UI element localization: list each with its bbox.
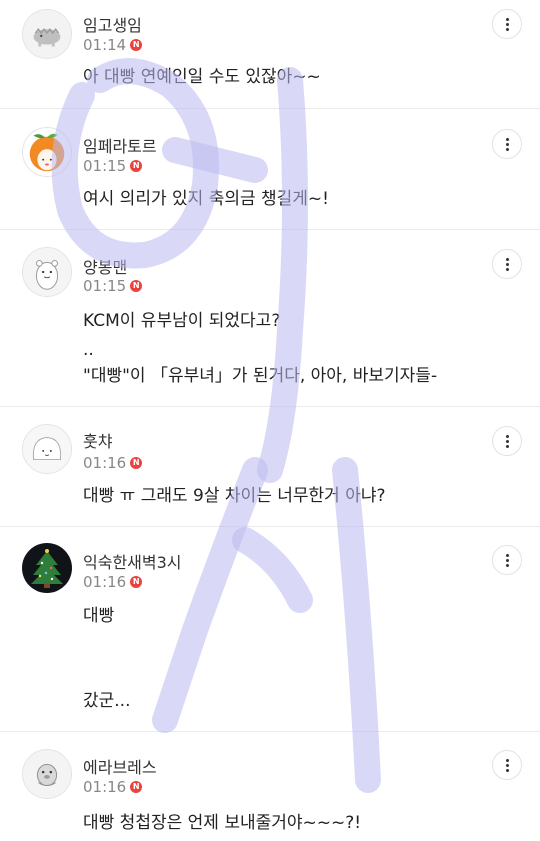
comment-time: 01:16 — [83, 778, 127, 796]
comment-time: 01:15 — [83, 277, 127, 295]
dinosaur-icon — [23, 10, 71, 58]
comment-text: 여시 의리가 있지 축의금 챙길게~! — [83, 189, 329, 209]
tangerine-icon — [23, 128, 71, 176]
more-options-button[interactable] — [492, 545, 522, 575]
new-badge: N — [130, 160, 143, 172]
comment-item: 에라브레스 01:16 N 대빵 청첩장은 언제 보내줄거야~~~?! — [0, 732, 540, 841]
more-vertical-icon — [505, 137, 509, 151]
more-options-button[interactable] — [492, 249, 522, 279]
avatar-tangerine-icon[interactable] — [22, 127, 72, 177]
comment-meta: 01:14 N — [83, 36, 143, 54]
comment-nickname[interactable]: 양봉맨 — [83, 254, 127, 278]
comment-text: 아 대빵 연예인일 수도 있잖아~~ — [83, 67, 321, 87]
more-vertical-icon — [505, 434, 509, 448]
comment-item: 임페라토르 01:15 N 여시 의리가 있지 축의금 챙길게~! — [0, 109, 540, 229]
comment-time: 01:16 — [83, 454, 127, 472]
comment-text-line: 대빵 — [83, 606, 115, 626]
avatar-blob-icon[interactable] — [22, 424, 72, 474]
more-options-button[interactable] — [492, 426, 522, 456]
comment-nickname[interactable]: 임페라토르 — [83, 133, 157, 157]
comment-meta: 01:15 N — [83, 157, 143, 175]
more-vertical-icon — [505, 257, 509, 271]
avatar-animal-icon[interactable] — [22, 247, 72, 297]
comment-time: 01:16 — [83, 573, 127, 591]
comment-item: 임고생임 01:14 N 아 대빵 연예인일 수도 있잖아~~ — [0, 0, 540, 108]
more-vertical-icon — [505, 553, 509, 567]
avatar-dinosaur-icon[interactable] — [22, 9, 72, 59]
comment-nickname[interactable]: 임고생임 — [83, 12, 142, 36]
avatar-christmas-tree-icon[interactable] — [22, 543, 72, 593]
comment-nickname[interactable]: 익숙한새벽3시 — [83, 549, 182, 573]
comment-item: 훗챠 01:16 N 대빵 ㅠ 그래도 9살 차이는 너무한거 아냐? — [0, 407, 540, 526]
more-vertical-icon — [505, 758, 509, 772]
comment-nickname[interactable]: 에라브레스 — [83, 754, 157, 778]
christmas-tree-icon — [22, 543, 72, 593]
comment-text: 대빵 청첩장은 언제 보내줄거야~~~?! — [83, 813, 362, 833]
comment-meta: 01:15 N — [83, 277, 143, 295]
comment-item: 양봉맨 01:15 N KCM이 유부남이 되었다고? .. "대빵"이 「유부… — [0, 230, 540, 406]
animal-icon — [23, 248, 71, 296]
comment-meta: 01:16 N — [83, 778, 143, 796]
more-options-button[interactable] — [492, 9, 522, 39]
avatar-seal-icon[interactable] — [22, 749, 72, 799]
comment-nickname[interactable]: 훗챠 — [83, 428, 112, 452]
seal-icon — [23, 750, 71, 798]
new-badge: N — [130, 781, 143, 793]
blob-icon — [23, 425, 71, 473]
comment-time: 01:14 — [83, 36, 127, 54]
more-vertical-icon — [505, 17, 509, 31]
comment-text: 대빵 ㅠ 그래도 9살 차이는 너무한거 아냐? — [83, 486, 386, 506]
new-badge: N — [130, 39, 143, 51]
comment-meta: 01:16 N — [83, 573, 143, 591]
new-badge: N — [130, 457, 143, 469]
comment-text-line: KCM이 유부남이 되었다고? — [83, 311, 281, 331]
new-badge: N — [130, 280, 143, 292]
new-badge: N — [130, 576, 143, 588]
comment-text-line: 갔군... — [83, 691, 131, 711]
more-options-button[interactable] — [492, 129, 522, 159]
comment-text-line: "대빵"이 「유부녀」가 된거다, 아아, 바보기자들- — [83, 366, 438, 386]
comment-text-line: .. — [83, 340, 94, 360]
more-options-button[interactable] — [492, 750, 522, 780]
comment-item: 익숙한새벽3시 01:16 N 대빵 갔군... — [0, 527, 540, 731]
comment-time: 01:15 — [83, 157, 127, 175]
comment-meta: 01:16 N — [83, 454, 143, 472]
